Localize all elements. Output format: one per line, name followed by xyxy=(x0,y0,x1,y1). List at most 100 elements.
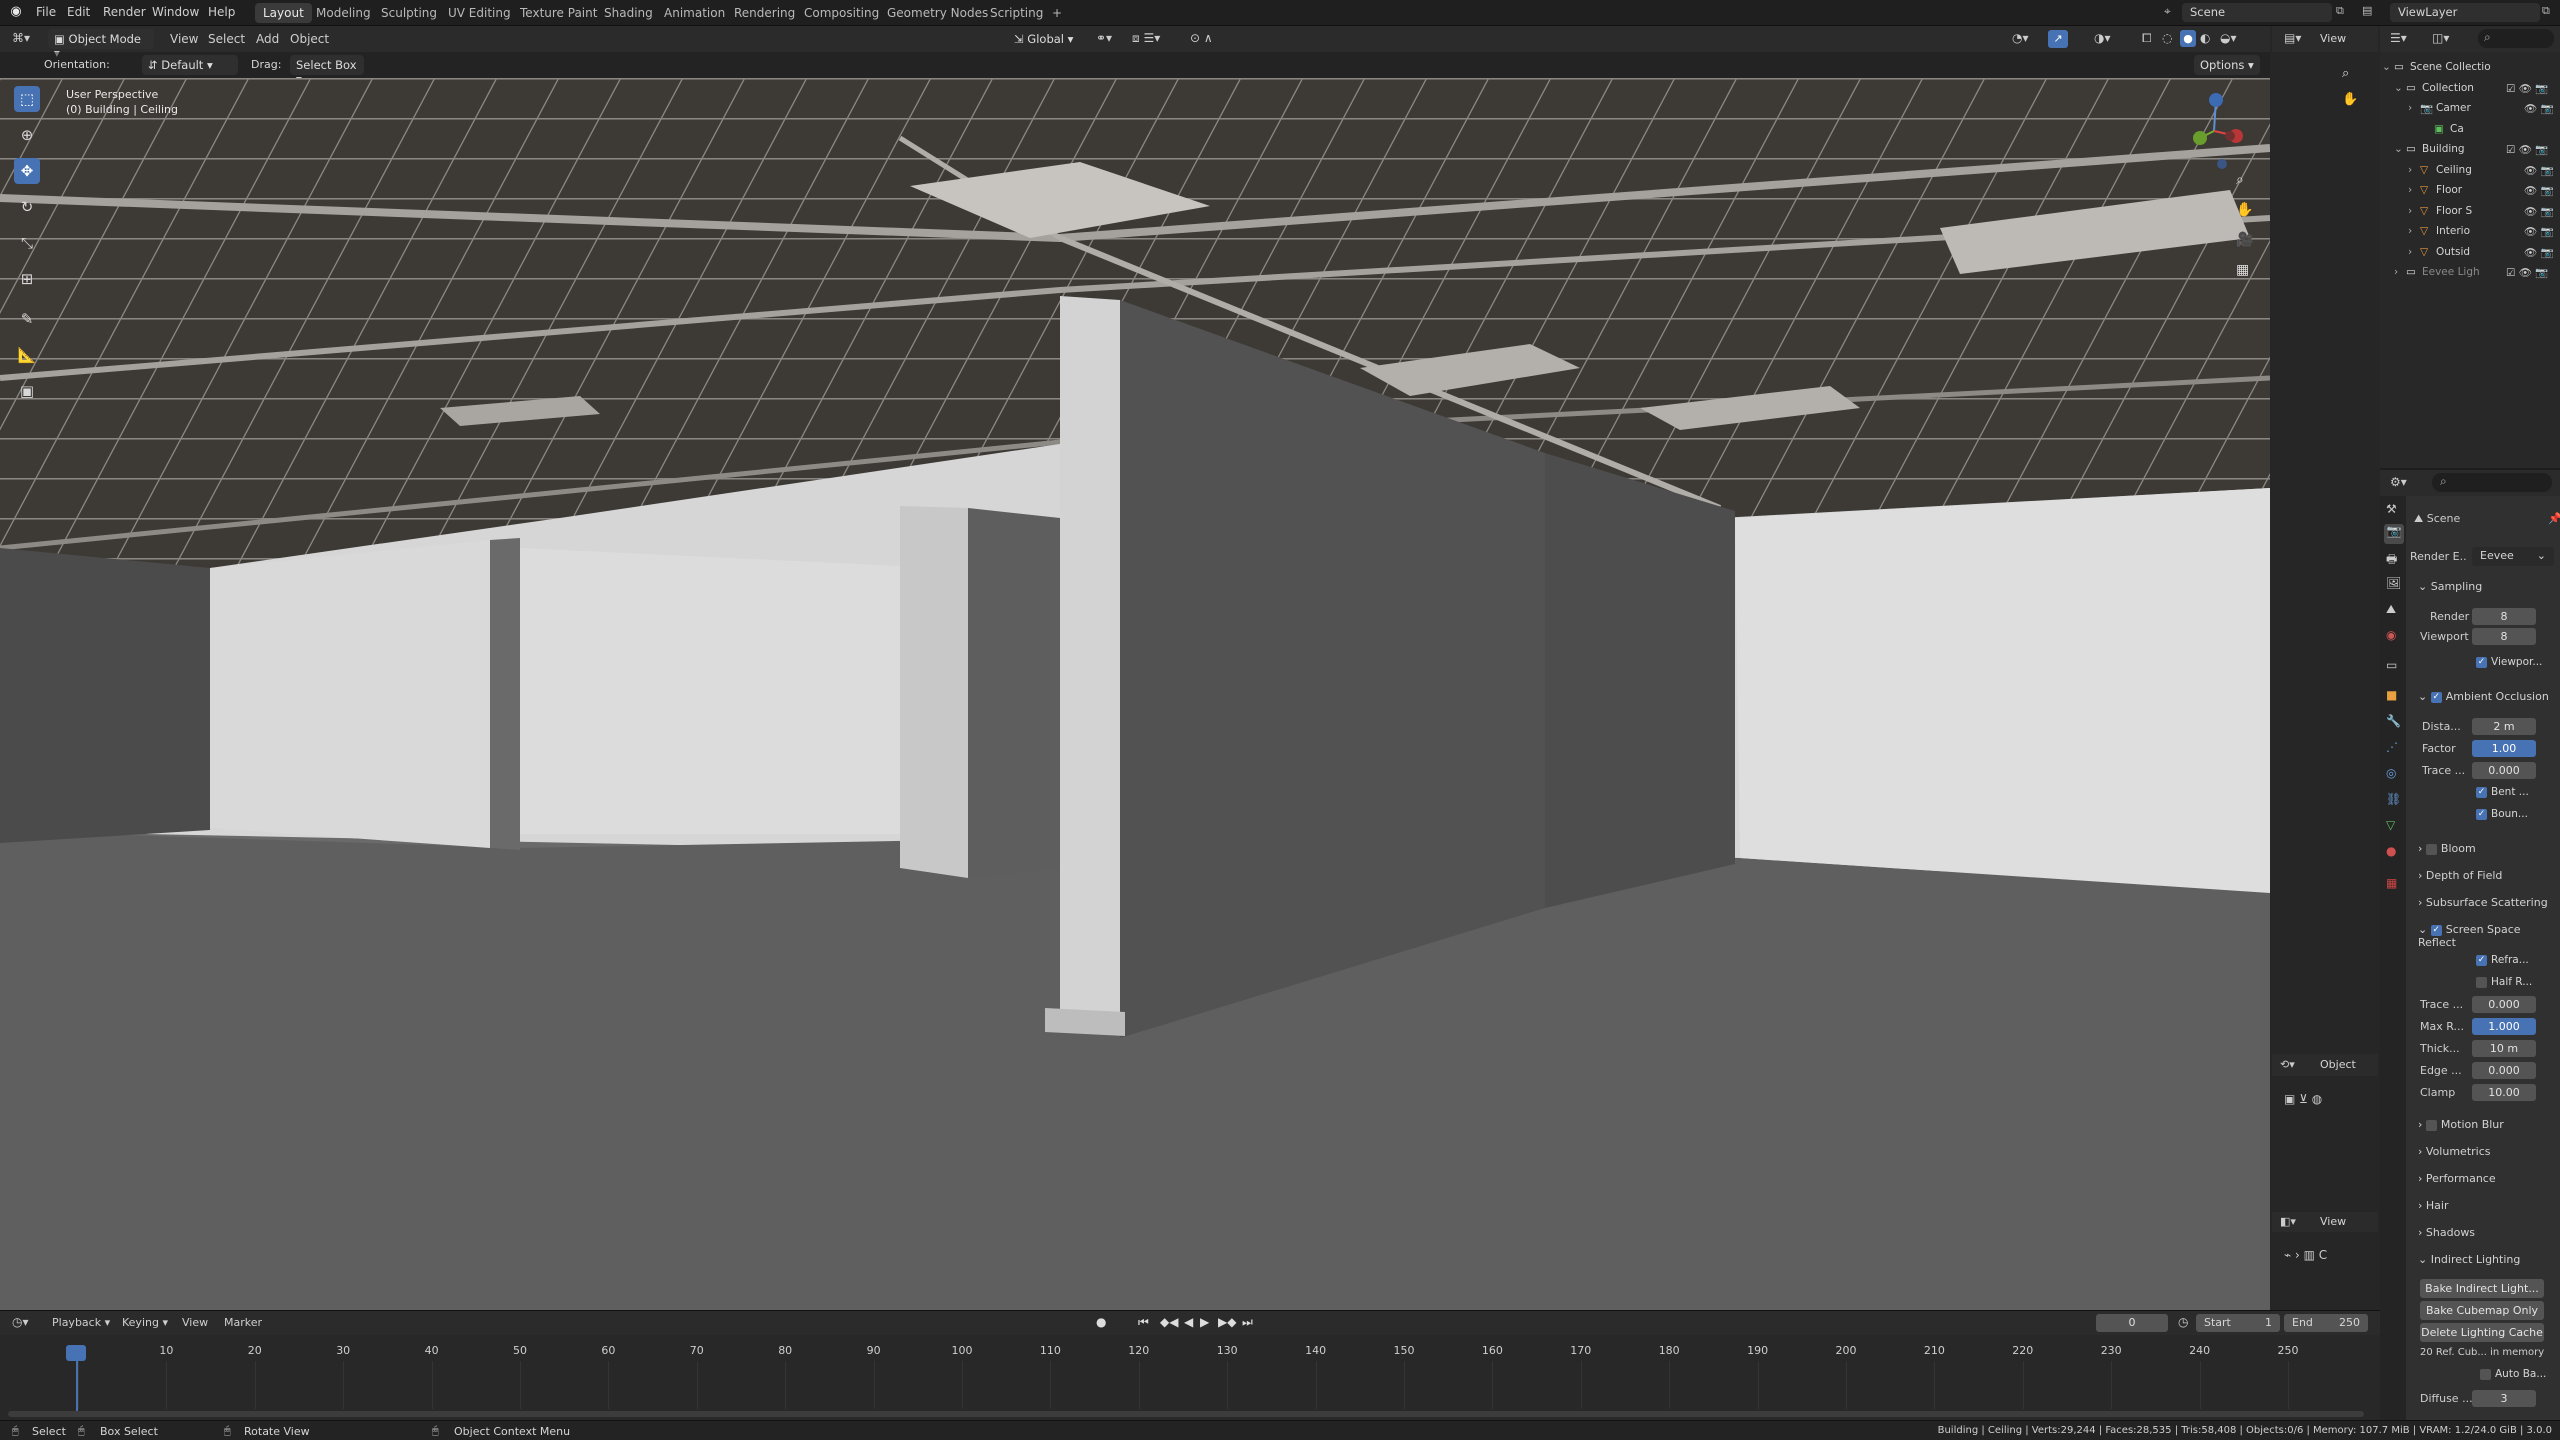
display-mode-icon[interactable]: ◫▾ xyxy=(2432,31,2449,45)
expand-toggle-icon[interactable]: › xyxy=(2408,164,2412,176)
navigation-gizmo[interactable] xyxy=(2170,86,2250,176)
tab-scripting[interactable]: Scripting xyxy=(982,3,1051,23)
volumetrics-panel-header[interactable]: › Volumetrics xyxy=(2418,1145,2491,1158)
ao-distance-field[interactable]: 2 m xyxy=(2472,718,2536,735)
expand-toggle-icon[interactable]: ⌄ xyxy=(2394,143,2403,155)
outliner-row[interactable]: › ▭ Eevee Ligh ☑ 👁 📷 xyxy=(2380,263,2560,283)
ssr-half-checkbox[interactable]: Half R... xyxy=(2476,976,2532,988)
material-tab-icon[interactable]: ● xyxy=(2386,844,2396,858)
render-engine-dropdown[interactable]: Eevee ⌄ xyxy=(2472,547,2554,566)
timeline-ruler[interactable]: 0102030405060708090100110120130140150160… xyxy=(0,1311,2380,1421)
indirect-lighting-panel-header[interactable]: ⌄ Indirect Lighting xyxy=(2418,1253,2520,1266)
output-tab-icon[interactable]: 🖶 xyxy=(2386,550,2397,571)
particles-tab-icon[interactable]: ⋰ xyxy=(2386,740,2398,754)
modifier-tab-icon[interactable]: 🔧 xyxy=(2386,714,2401,728)
auto-bake-checkbox[interactable]: Auto Ba... xyxy=(2480,1368,2546,1380)
side-icons-row[interactable]: ▣ ⊻ ◍ xyxy=(2284,1092,2322,1106)
shadows-panel-header[interactable]: › Shadows xyxy=(2418,1226,2475,1239)
outliner-editor-icon[interactable]: ▤▾ xyxy=(2284,31,2301,45)
texture-tab-icon[interactable]: ▦ xyxy=(2386,876,2397,890)
viewport-samples-field[interactable]: 8 xyxy=(2472,628,2536,645)
sss-panel-header[interactable]: › Subsurface Scattering xyxy=(2418,896,2548,909)
outliner-row[interactable]: › ▽ Interio 👁 📷 xyxy=(2380,222,2560,242)
visibility-toggles-icon[interactable]: 👁 📷 xyxy=(2524,164,2554,177)
dof-panel-header[interactable]: › Depth of Field xyxy=(2418,869,2502,882)
side-view-label-2[interactable]: View xyxy=(2320,1215,2346,1228)
ssr-clamp-field[interactable]: 10.00 xyxy=(2472,1084,2536,1101)
visibility-toggles-icon[interactable]: 👁 📷 xyxy=(2524,225,2554,238)
rotate-tool-icon[interactable]: ↻ xyxy=(14,194,40,220)
render-tab-icon[interactable]: 📷 xyxy=(2384,524,2404,544)
diffuse-bounces-field[interactable]: 3 xyxy=(2472,1390,2536,1407)
ortho-toggle-icon[interactable]: ▦ xyxy=(2236,262,2249,278)
ssr-refraction-checkbox[interactable]: ✓ Refra... xyxy=(2476,954,2529,966)
viewport-denoise-checkbox[interactable]: ✓ Viewpor... xyxy=(2476,656,2542,668)
options-dropdown[interactable]: Options ▾ xyxy=(2194,55,2260,75)
tab-animation[interactable]: Animation xyxy=(656,3,733,23)
select-tool-icon[interactable]: ⬚ xyxy=(14,86,40,112)
outliner-row[interactable]: › 📷 Camer 👁 📷 xyxy=(2380,99,2560,119)
tab-uv-editing[interactable]: UV Editing xyxy=(440,3,519,23)
tool-tab-icon[interactable]: ⚒ xyxy=(2386,502,2397,516)
bake-indirect-button[interactable]: Bake Indirect Light... xyxy=(2420,1279,2544,1298)
ao-bounce-checkbox[interactable]: ✓ Boun... xyxy=(2476,808,2528,820)
collection-tab-icon[interactable]: ▭ xyxy=(2386,658,2397,672)
tab-texture-paint[interactable]: Texture Paint xyxy=(512,3,605,23)
view-layer-tab-icon[interactable]: 🖼 xyxy=(2386,576,2401,590)
visibility-toggles-icon[interactable]: 👁 📷 xyxy=(2524,246,2554,259)
add-workspace-button[interactable]: + xyxy=(1044,3,1070,23)
ssr-checkbox-icon[interactable]: ✓ xyxy=(2430,924,2442,936)
pivot-icon[interactable]: ⚭▾ xyxy=(1096,31,1112,45)
properties-search-icon[interactable]: ⌕ xyxy=(2432,473,2552,492)
sampling-panel-header[interactable]: ⌄ Sampling xyxy=(2418,580,2482,593)
ssr-trace-field[interactable]: 0.000 xyxy=(2472,996,2536,1013)
orientation-dropdown[interactable]: ⇵ Default ▾ xyxy=(142,55,238,75)
solid-shading-icon[interactable]: ● xyxy=(2180,30,2196,47)
tab-rendering[interactable]: Rendering xyxy=(726,3,803,23)
outliner-row[interactable]: ⌄ ▭ Collection ☑ 👁 📷 xyxy=(2380,79,2560,99)
viewport-menu-view[interactable]: View xyxy=(170,32,198,46)
outliner-row[interactable]: › ▽ Floor 👁 📷 xyxy=(2380,181,2560,201)
ssr-panel-header[interactable]: ⌄ ✓ Screen Space Reflect xyxy=(2418,923,2560,949)
scale-tool-icon[interactable]: ⤡ xyxy=(14,230,40,256)
motion-blur-panel-header[interactable]: › Motion Blur xyxy=(2418,1118,2504,1131)
ao-panel-header[interactable]: ⌄ ✓ Ambient Occlusion xyxy=(2418,690,2549,703)
ao-trace-field[interactable]: 0.000 xyxy=(2472,762,2536,779)
outliner-type-icon[interactable]: ☰▾ xyxy=(2390,31,2407,45)
expand-toggle-icon[interactable]: › xyxy=(2394,266,2398,278)
expand-toggle-icon[interactable]: › xyxy=(2408,225,2412,237)
visibility-toggles-icon[interactable]: ☑ 👁 📷 xyxy=(2506,82,2549,95)
pan-hand-icon[interactable]: ✋ xyxy=(2236,202,2253,218)
expand-toggle-icon[interactable]: › xyxy=(2408,246,2412,258)
side-object-label[interactable]: Object xyxy=(2320,1058,2356,1071)
transform-tool-icon[interactable]: ⊞ xyxy=(14,266,40,292)
outliner-row[interactable]: ⌄ ▭ Scene Collectio xyxy=(2380,58,2560,78)
ssr-max-field[interactable]: 1.000 xyxy=(2472,1018,2536,1035)
tab-layout[interactable]: Layout xyxy=(255,3,312,23)
outliner-row[interactable]: › ▽ Ceiling 👁 📷 xyxy=(2380,161,2560,181)
blender-logo-icon[interactable]: ◉ xyxy=(8,4,24,20)
zoom-icon[interactable]: ⌕ xyxy=(2236,172,2244,188)
side-zoom-icon[interactable]: ⌕ xyxy=(2342,66,2349,81)
delete-cache-button[interactable]: Delete Lighting Cache xyxy=(2420,1323,2544,1342)
rendered-shading-icon[interactable]: ◒▾ xyxy=(2220,31,2237,45)
ao-factor-field[interactable]: 1.00 xyxy=(2472,740,2536,757)
xray-icon[interactable]: ⧠ xyxy=(2142,31,2152,46)
render-samples-field[interactable]: 8 xyxy=(2472,608,2536,625)
side-icons-row-2[interactable]: ⌁ › ▥ C xyxy=(2284,1248,2327,1262)
add-cube-tool-icon[interactable]: ▣ xyxy=(14,378,40,404)
viewport-menu-select[interactable]: Select xyxy=(208,32,245,46)
wireframe-shading-icon[interactable]: ◌ xyxy=(2162,31,2172,45)
side-hand-icon[interactable]: ✋ xyxy=(2342,92,2358,107)
cursor-tool-icon[interactable]: ⊕ xyxy=(14,122,40,148)
3d-viewport[interactable]: ⬚ ⊕ ✥ ↻ ⤡ ⊞ ✎ 📐 ▣ User Perspective (0) B… xyxy=(0,78,2270,1310)
performance-panel-header[interactable]: › Performance xyxy=(2418,1172,2496,1185)
ssr-thick-field[interactable]: 10 m xyxy=(2472,1040,2536,1057)
tab-shading[interactable]: Shading xyxy=(596,3,661,23)
visibility-toggles-icon[interactable]: 👁 📷 xyxy=(2524,184,2554,197)
hair-panel-header[interactable]: › Hair xyxy=(2418,1199,2449,1212)
gizmo-toggle-icon[interactable]: ↗ xyxy=(2048,30,2068,48)
side-refresh-icon[interactable]: ⟲▾ xyxy=(2280,1058,2295,1071)
visibility-toggles-icon[interactable]: 👁 📷 xyxy=(2524,102,2554,115)
expand-toggle-icon[interactable]: ⌄ xyxy=(2394,82,2403,94)
